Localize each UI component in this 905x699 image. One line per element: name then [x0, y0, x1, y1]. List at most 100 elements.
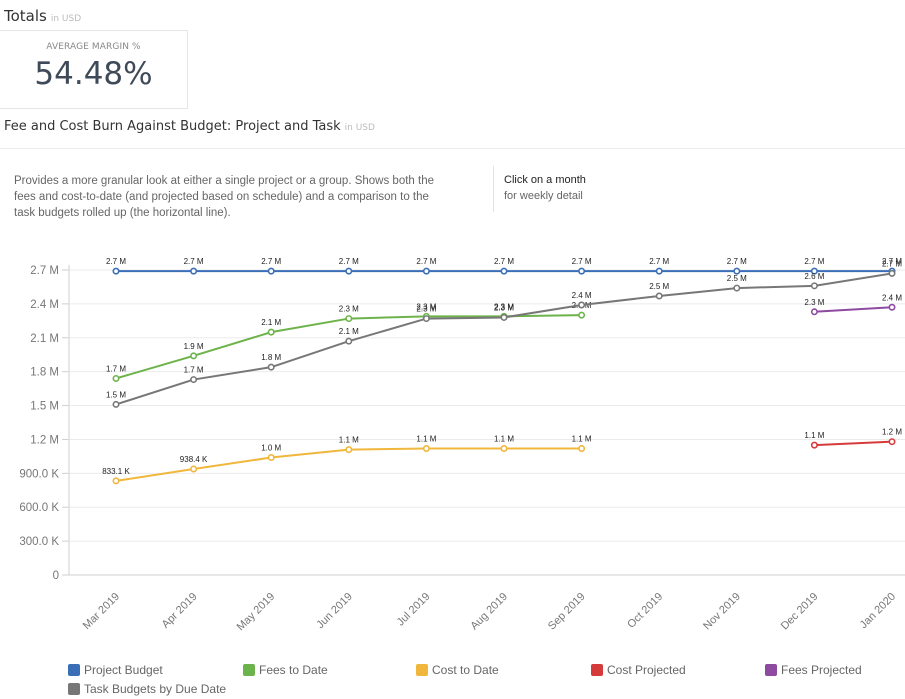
average-margin-card: AVERAGE MARGIN % 54.48%	[0, 30, 188, 109]
cost-projected-point	[810, 441, 818, 449]
legend-item-cost-to-date[interactable]: Cost to Date	[416, 663, 499, 677]
cost-to-date-point	[578, 444, 586, 452]
fees-to-date-data-label: 2.1 M	[261, 318, 281, 327]
x-tick-label: Aug 2019	[468, 591, 510, 633]
project-budget-point	[190, 267, 198, 275]
project-budget-data-label: 2.7 M	[339, 257, 359, 266]
fees-to-date-point	[190, 352, 198, 360]
legend-swatch	[416, 664, 428, 676]
task-budgets-by-due-date-point	[888, 269, 896, 277]
legend-item-fees-to-date[interactable]: Fees to Date	[243, 663, 328, 677]
project-budget-data-label: 2.7 M	[494, 257, 514, 266]
task-budgets-by-due-date-data-label: 2.6 M	[804, 272, 824, 281]
legend-swatch	[243, 664, 255, 676]
task-budgets-by-due-date-data-label: 2.1 M	[339, 327, 359, 336]
project-budget-data-label: 2.7 M	[106, 257, 126, 266]
x-tick-label: Oct 2019	[625, 591, 665, 631]
legend-item-cost-projected[interactable]: Cost Projected	[591, 663, 686, 677]
task-budgets-by-due-date-data-label: 1.5 M	[106, 390, 126, 399]
fees-projected-data-label: 2.4 M	[882, 293, 902, 302]
fees-projected-data-label: 2.3 M	[804, 298, 824, 307]
month-column[interactable]	[77, 250, 155, 575]
legend-label: Project Budget	[84, 663, 163, 677]
cost-to-date-point	[345, 446, 353, 454]
project-budget-point	[578, 267, 586, 275]
task-budgets-by-due-date-point	[190, 376, 198, 384]
y-tick-label: 900.0 K	[19, 468, 59, 480]
task-budgets-by-due-date-data-label: 2.7 M	[882, 259, 902, 268]
project-budget-point	[345, 267, 353, 275]
project-budget-data-label: 2.7 M	[572, 257, 592, 266]
project-budget-data-label: 2.7 M	[184, 257, 204, 266]
legend-item-project-budget[interactable]: Project Budget	[68, 663, 163, 677]
fees-to-date-point	[267, 328, 275, 336]
fees-to-date-point	[578, 311, 586, 319]
task-budgets-by-due-date-data-label: 1.8 M	[261, 353, 281, 362]
hint-divider	[493, 166, 494, 212]
x-tick-label: Mar 2019	[81, 591, 122, 632]
x-tick-label: Dec 2019	[779, 591, 821, 633]
task-budgets-by-due-date-point	[500, 313, 508, 321]
burn-chart[interactable]: 0 300.0 K 600.0 K 900.0 K 1.2 M 1.5 M 1.8 M 2.1…	[0, 240, 905, 660]
hint-title: Click on a month	[504, 174, 586, 186]
cost-projected-data-label: 1.2 M	[882, 428, 902, 437]
cost-to-date-data-label: 1.1 M	[339, 436, 359, 445]
legend-item-task-budgets-by-due-date[interactable]: Task Budgets by Due Date	[68, 682, 226, 696]
task-budgets-by-due-date-point	[267, 363, 275, 371]
cost-to-date-data-label: 1.1 M	[416, 434, 436, 443]
y-tick-label: 2.7 M	[30, 265, 59, 277]
project-budget-data-label: 2.7 M	[727, 257, 747, 266]
month-column[interactable]	[388, 250, 466, 575]
cost-to-date-point	[500, 444, 508, 452]
task-budgets-by-due-date-data-label: 2.5 M	[649, 282, 669, 291]
legend-swatch	[591, 664, 603, 676]
y-tick-label: 300.0 K	[19, 536, 59, 548]
section-unit: in USD	[344, 123, 375, 133]
month-column[interactable]	[155, 250, 233, 575]
kpi-value: 54.48%	[34, 56, 153, 92]
cost-to-date-data-label: 1.1 M	[572, 434, 592, 443]
month-column[interactable]	[310, 250, 388, 575]
x-tick-label: May 2019	[235, 591, 278, 634]
fees-to-date-data-label: 1.7 M	[106, 364, 126, 373]
y-tick-label: 1.5 M	[30, 401, 59, 413]
x-tick-label: Jan 2020	[858, 591, 898, 631]
cost-to-date-data-label: 938.4 K	[180, 455, 208, 464]
month-column[interactable]	[465, 250, 543, 575]
project-budget-data-label: 2.7 M	[261, 257, 281, 266]
hint: Click on a month for weekly detail	[504, 174, 586, 202]
task-budgets-by-due-date-point	[733, 284, 741, 292]
legend-swatch	[765, 664, 777, 676]
x-tick-label: Nov 2019	[701, 591, 743, 633]
y-tick-label: 1.8 M	[30, 367, 59, 379]
legend-label: Task Budgets by Due Date	[84, 682, 227, 696]
cost-to-date-point	[190, 465, 198, 473]
project-budget-data-label: 2.7 M	[804, 257, 824, 266]
task-budgets-by-due-date-point	[112, 400, 120, 408]
cost-to-date-point	[112, 477, 120, 485]
fees-projected-point	[888, 303, 896, 311]
legend-swatch	[68, 683, 80, 695]
kpi-label: AVERAGE MARGIN %	[46, 42, 141, 52]
task-budgets-by-due-date-data-label: 2.3 M	[494, 303, 514, 312]
cost-projected-data-label: 1.1 M	[804, 431, 824, 440]
legend-label: Fees Projected	[781, 663, 862, 677]
fees-to-date-data-label: 2.3 M	[339, 305, 359, 314]
x-tick-label: Apr 2019	[160, 591, 200, 631]
x-tick-label: Jul 2019	[395, 591, 433, 629]
month-column[interactable]	[698, 250, 776, 575]
y-tick-label: 1.2 M	[30, 434, 59, 446]
fees-to-date-point	[112, 374, 120, 382]
task-budgets-by-due-date-data-label: 1.7 M	[184, 366, 204, 375]
x-tick-label: Sep 2019	[546, 591, 588, 633]
section-title-text: Fee and Cost Burn Against Budget: Projec…	[4, 119, 341, 134]
legend-item-fees-projected[interactable]: Fees Projected	[765, 663, 862, 677]
totals-title: Totals in USD	[4, 7, 81, 25]
cost-to-date-point	[422, 444, 430, 452]
project-budget-point	[267, 267, 275, 275]
task-budgets-by-due-date-point	[810, 282, 818, 290]
task-budgets-by-due-date-data-label: 2.5 M	[727, 274, 747, 283]
y-tick-label: 2.4 M	[30, 299, 59, 311]
month-column[interactable]	[232, 250, 310, 575]
y-tick-label: 600.0 K	[19, 502, 59, 514]
